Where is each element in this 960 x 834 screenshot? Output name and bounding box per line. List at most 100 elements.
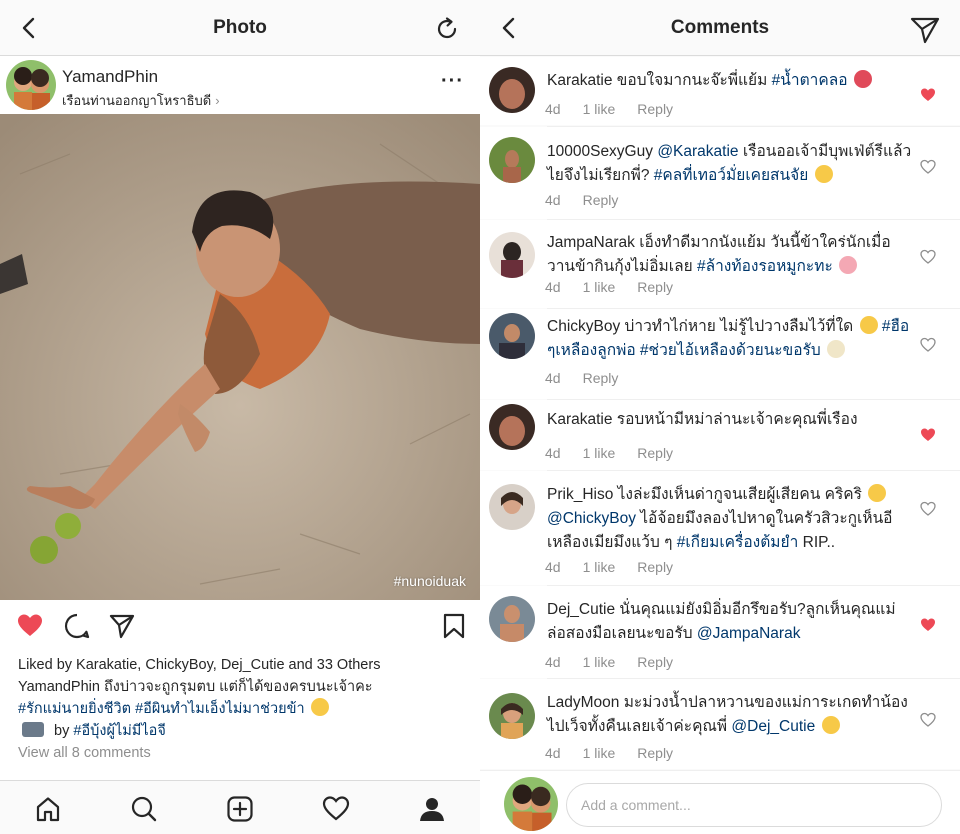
winking-face-emoji-icon xyxy=(868,484,887,502)
comment-text: Dej_Cutie นั่นคุณแม่ยังมิอิ่มอีกรึขอรับ?… xyxy=(547,598,914,646)
heart-filled-icon[interactable] xyxy=(16,612,44,640)
comment-age: 4d xyxy=(545,445,561,461)
comment-item: Prik_Hiso ไงล่ะมึงเห็นด่ากูจนเสียผู้เสีย… xyxy=(480,471,960,585)
reply-button[interactable]: Reply xyxy=(637,445,673,461)
comment-like-count[interactable]: 1 like xyxy=(583,559,616,575)
comment-mention[interactable]: @JampaNarak xyxy=(697,625,801,642)
comments-panel: Comments Karakatie ขอบใจมากนะจ๊ะพี่แย้ม … xyxy=(480,0,960,834)
comment-meta: 4d 1 like Reply xyxy=(545,745,695,761)
crying-face-emoji-icon xyxy=(310,698,329,716)
reply-button[interactable]: Reply xyxy=(637,654,673,670)
reply-button[interactable]: Reply xyxy=(583,370,619,386)
comment-hashtag[interactable]: #น้ำตาคลอ xyxy=(772,72,848,89)
profile-icon[interactable] xyxy=(418,795,446,823)
caption-tags[interactable]: #รักแม่นายยิ่งชีวิต #อีผินทำไมเอ็งไม่มาช… xyxy=(18,701,305,717)
reply-button[interactable]: Reply xyxy=(637,279,673,295)
comment-mention[interactable]: @ChickyBoy xyxy=(547,510,636,527)
comment-hashtag[interactable]: #คลที่เทอว์มั่ยเคยสนจัย xyxy=(654,167,809,184)
heart-filled-icon[interactable] xyxy=(920,617,936,632)
avatar[interactable] xyxy=(489,404,535,450)
comment-item: Karakatie ขอบใจมากนะจ๊ะพี่แย้ม #น้ำตาคลอ… xyxy=(480,57,960,125)
avatar[interactable] xyxy=(489,67,535,113)
comment-text: Karakatie ขอบใจมากนะจ๊ะพี่แย้ม #น้ำตาคลอ xyxy=(547,69,914,93)
comment-username[interactable]: ChickyBoy xyxy=(547,318,620,335)
chicken-emoji-icon xyxy=(827,340,846,358)
comment-mention[interactable]: @Dej_Cutie xyxy=(731,718,815,735)
share-icon[interactable] xyxy=(108,612,136,640)
screaming-face-emoji-icon xyxy=(821,716,840,734)
comment-hashtag[interactable]: #ล้างท้องรอหมูกะทะ xyxy=(697,258,833,275)
comment-username[interactable]: Karakatie xyxy=(547,72,612,89)
comment-body: บ่าวทำไก่หาย ไม่รู้ไปวางลืมไว้ที่ใด xyxy=(624,318,854,335)
comment-username[interactable]: Karakatie xyxy=(547,411,612,428)
avatar[interactable] xyxy=(489,693,535,739)
comment-text: LadyMoon มะม่วงน้ำปลาหวานของแม่การะเกดทำ… xyxy=(547,691,914,739)
caption-username[interactable]: YamandPhin xyxy=(18,679,100,695)
likes-line[interactable]: Liked by Karakatie, ChickyBoy, Dej_Cutie… xyxy=(18,654,468,676)
heart-filled-icon[interactable] xyxy=(920,87,936,102)
comment-like-count[interactable]: 1 like xyxy=(583,654,616,670)
crying-face-emoji-icon xyxy=(859,316,878,334)
comment-username[interactable]: LadyMoon xyxy=(547,694,619,711)
refresh-icon[interactable] xyxy=(434,16,460,42)
avatar[interactable] xyxy=(489,313,535,359)
heart-outline-icon[interactable] xyxy=(920,712,936,727)
comment-item: Karakatie รอบหน้ามีหม่าล่านะเจ้าคะคุณพี่… xyxy=(480,400,960,470)
comment-username[interactable]: Dej_Cutie xyxy=(547,601,615,618)
direct-message-icon[interactable] xyxy=(910,16,940,44)
comment-username[interactable]: Prik_Hiso xyxy=(547,486,613,503)
add-post-icon[interactable] xyxy=(226,795,254,823)
home-icon[interactable] xyxy=(34,795,62,823)
comment-meta: 4d Reply xyxy=(545,370,640,386)
heart-outline-icon[interactable] xyxy=(920,249,936,264)
heart-outline-icon[interactable] xyxy=(920,501,936,516)
activity-heart-icon[interactable] xyxy=(322,795,350,823)
comment-username[interactable]: 10000SexyGuy xyxy=(547,143,653,160)
post-text: Liked by Karakatie, ChickyBoy, Dej_Cutie… xyxy=(18,654,468,764)
comment-meta: 4d 1 like Reply xyxy=(545,445,695,461)
photo-panel: Photo YamandPhin เรือนท่านออกญาโหราธิบดี… xyxy=(0,0,480,834)
comment-body: ขอบใจมากนะจ๊ะพี่แย้ม xyxy=(616,72,768,89)
comment-like-count[interactable]: 1 like xyxy=(583,101,616,117)
avatar[interactable] xyxy=(489,596,535,642)
camera-emoji-icon xyxy=(22,722,44,737)
heart-outline-icon[interactable] xyxy=(920,337,936,352)
comment-like-count[interactable]: 1 like xyxy=(583,445,616,461)
comment-icon[interactable] xyxy=(63,612,91,640)
caption-text: ถึงบ่าวจะถูกรุมตบ แต่ก็ได้ของครบนะเจ้าคะ xyxy=(103,679,373,695)
reply-button[interactable]: Reply xyxy=(637,101,673,117)
avatar[interactable] xyxy=(489,232,535,278)
comment-item: ChickyBoy บ่าวทำไก่หาย ไม่รู้ไปวางลืมไว้… xyxy=(480,309,960,399)
post-photo[interactable]: #nunoiduak xyxy=(0,114,480,600)
comment-body: รอบหน้ามีหม่าล่านะเจ้าคะคุณพี่เรือง xyxy=(616,411,858,428)
reply-button[interactable]: Reply xyxy=(583,192,619,208)
reply-button[interactable]: Reply xyxy=(637,745,673,761)
comment-username[interactable]: JampaNarak xyxy=(547,234,635,251)
comment-meta: 4d Reply xyxy=(545,192,640,208)
comment-item: 10000SexyGuy @Karakatie เรือนออเจ้ามีบุพ… xyxy=(480,127,960,219)
comment-like-count[interactable]: 1 like xyxy=(583,279,616,295)
post-location[interactable]: เรือนท่านออกญาโหราธิบดี › xyxy=(62,90,220,111)
search-icon[interactable] xyxy=(130,795,158,823)
comment-suffix: RIP.. xyxy=(802,534,836,551)
comment-text: 10000SexyGuy @Karakatie เรือนออเจ้ามีบุพ… xyxy=(547,140,914,188)
bookmark-icon[interactable] xyxy=(440,612,468,640)
avatar[interactable] xyxy=(6,60,56,110)
view-all-comments-link[interactable]: View all 8 comments xyxy=(18,742,468,764)
post-username[interactable]: YamandPhin xyxy=(62,67,158,87)
avatar[interactable] xyxy=(489,484,535,530)
photo-topbar: Photo xyxy=(0,0,480,56)
heart-outline-icon[interactable] xyxy=(920,159,936,174)
caption-by-tag[interactable]: #อีบุ้งผู้ไม่มีไอจี xyxy=(73,723,165,739)
add-comment-input[interactable] xyxy=(566,783,942,827)
comment-like-count[interactable]: 1 like xyxy=(583,745,616,761)
more-options-icon[interactable]: ··· xyxy=(441,71,464,91)
avatar[interactable] xyxy=(489,137,535,183)
reply-button[interactable]: Reply xyxy=(637,559,673,575)
lips-emoji-icon xyxy=(853,70,872,88)
comment-mention[interactable]: @Karakatie xyxy=(657,143,738,160)
comment-item: LadyMoon มะม่วงน้ำปลาหวานของแม่การะเกดทำ… xyxy=(480,679,960,769)
comment-hashtag[interactable]: #เกียมเครื่องต้มยำ xyxy=(677,534,799,551)
comment-meta: 4d 1 like Reply xyxy=(545,279,695,295)
heart-filled-icon[interactable] xyxy=(920,427,936,442)
